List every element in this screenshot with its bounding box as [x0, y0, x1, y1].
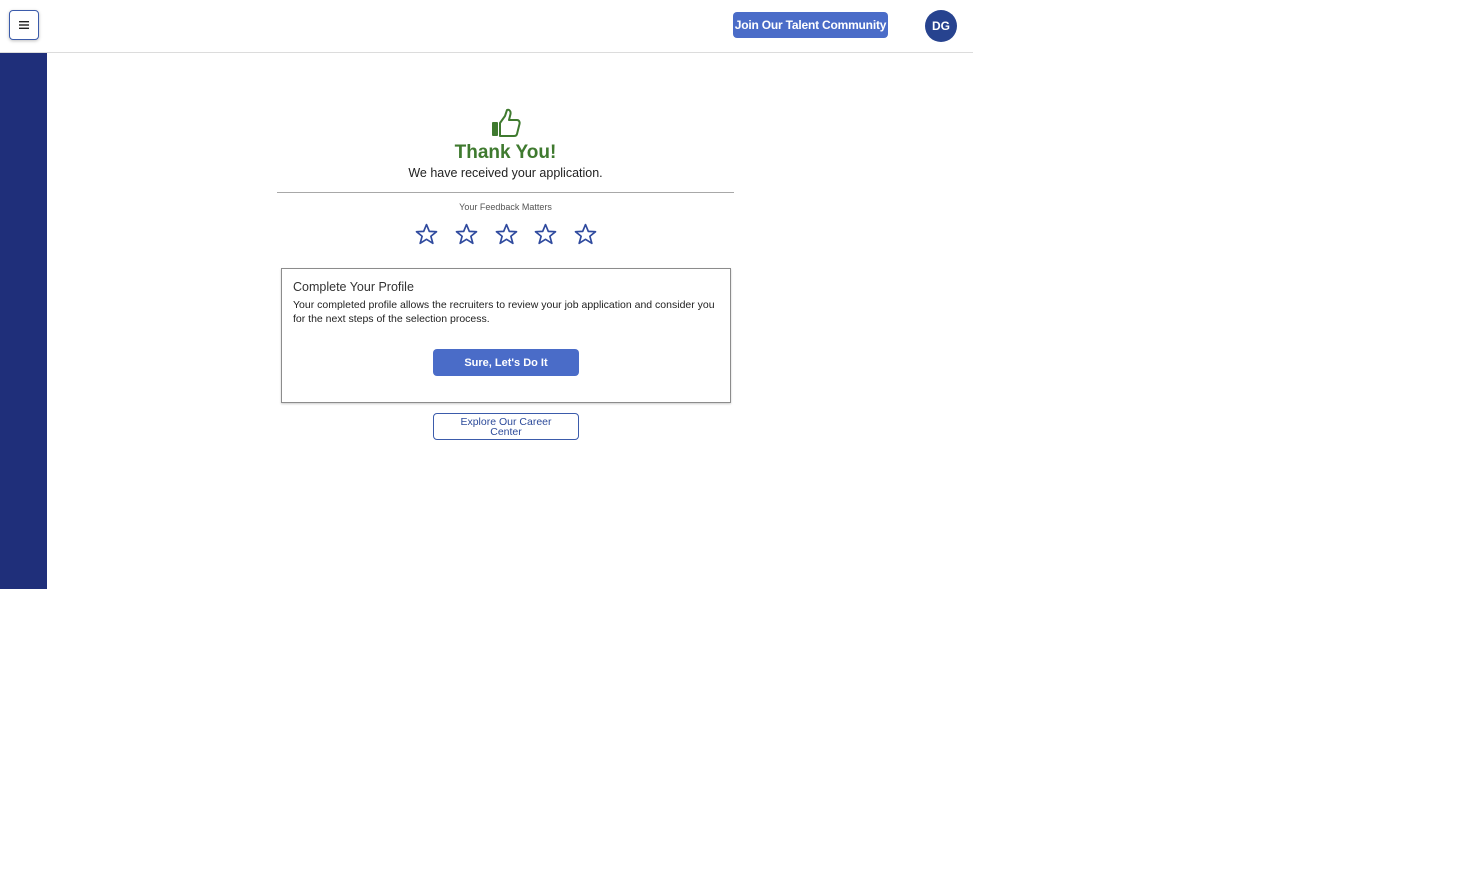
- explore-career-center-button[interactable]: Explore Our Career Center: [433, 413, 579, 440]
- hamburger-menu-icon: [19, 21, 29, 29]
- join-talent-community-button[interactable]: Join Our Talent Community: [733, 12, 888, 38]
- star-outline-icon[interactable]: [414, 222, 439, 247]
- complete-profile-card: Complete Your Profile Your completed pro…: [281, 268, 731, 403]
- star-outline-icon[interactable]: [494, 222, 519, 247]
- left-sidebar: [0, 53, 47, 589]
- star-rating: [414, 222, 598, 248]
- star-outline-icon[interactable]: [533, 222, 558, 247]
- profile-card-title: Complete Your Profile: [293, 280, 414, 294]
- star-outline-icon[interactable]: [573, 222, 598, 247]
- thank-you-title: Thank You!: [454, 142, 557, 163]
- page: Join Our Talent Community DG Thank You! …: [0, 0, 1459, 883]
- top-header: Join Our Talent Community DG: [0, 0, 973, 53]
- star-outline-icon[interactable]: [454, 222, 479, 247]
- profile-card-description: Your completed profile allows the recrui…: [293, 299, 715, 325]
- feedback-label: Your Feedback Matters: [459, 202, 552, 212]
- divider: [277, 192, 734, 193]
- complete-profile-button[interactable]: Sure, Let's Do It: [433, 349, 579, 376]
- thumbs-up-icon: [492, 108, 521, 137]
- user-avatar[interactable]: DG: [925, 10, 957, 42]
- menu-button[interactable]: [9, 10, 39, 40]
- application-received-message: We have received your application.: [408, 166, 603, 180]
